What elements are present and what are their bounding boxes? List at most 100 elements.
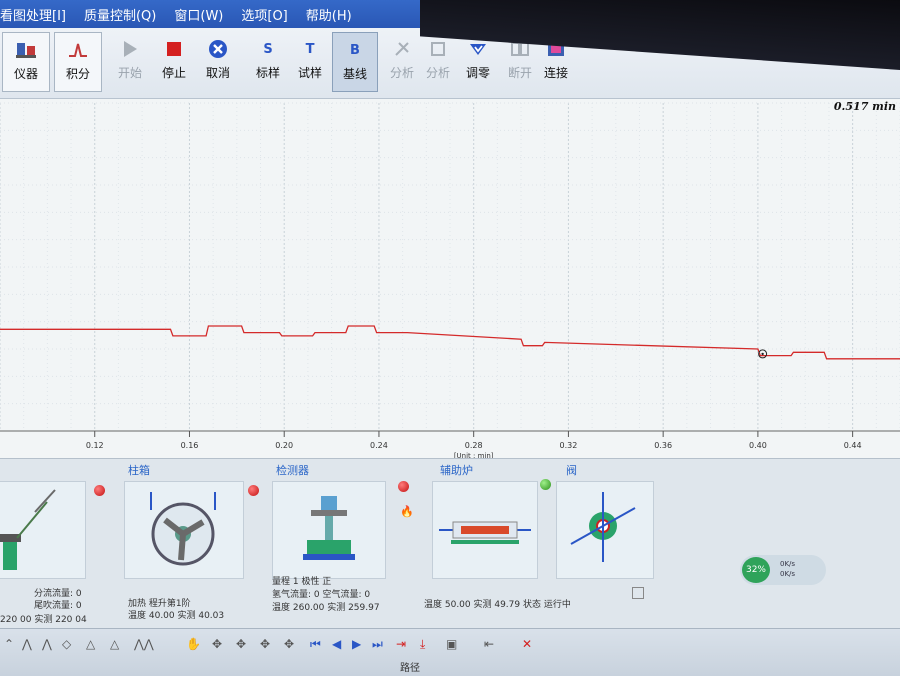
start-label: 开始 bbox=[117, 66, 142, 80]
standard-sample-label: 标样 bbox=[255, 66, 280, 80]
detector-status-led bbox=[398, 481, 409, 492]
stop-label: 停止 bbox=[161, 66, 186, 80]
standard-sample-icon: S bbox=[263, 41, 273, 57]
export-icon[interactable]: ⇤ bbox=[484, 637, 494, 651]
bottom-toolbar: ⌃ ⋀ ⋀ ◇ △ △ ⋀⋀ ✋ ✥ ✥ ✥ ✥ ⏮ ◀ ▶ ⏭ ⇥ ⤓ ▣ ⇤… bbox=[0, 628, 900, 676]
app-window: 看图处理[I] 质量控制(Q) 窗口(W) 选项[O] 帮助(H) 仪器 积分 … bbox=[0, 0, 900, 676]
test-sample-button[interactable]: T 试样 bbox=[288, 32, 332, 90]
x-tick-label: 0.20 bbox=[275, 441, 293, 450]
standard-sample-button[interactable]: S 标样 bbox=[246, 32, 290, 90]
x-tick-label: 0.16 bbox=[181, 441, 199, 450]
baseline-label: 基线 bbox=[342, 67, 367, 81]
prev-page-icon[interactable]: ◀ bbox=[332, 637, 341, 651]
zoom-tool-2-icon[interactable]: ✥ bbox=[236, 637, 246, 651]
analyze-icon bbox=[391, 38, 413, 60]
cpu-percent: 32% bbox=[742, 557, 770, 583]
zoom-tool-1-icon[interactable]: ✥ bbox=[212, 637, 222, 651]
instrument-label: 仪器 bbox=[13, 67, 38, 81]
baseline-trace-series-0 bbox=[0, 325, 900, 360]
peak-tool-1-icon[interactable]: ⌃ bbox=[4, 637, 14, 651]
analyze2-button[interactable]: 分析 bbox=[416, 32, 460, 90]
baseline-button[interactable]: B 基线 bbox=[332, 32, 378, 92]
makeup-flow: 尾吹流量: 0 bbox=[34, 601, 82, 611]
aux-oven-status-led bbox=[540, 479, 551, 490]
baseline-icon: B bbox=[350, 42, 360, 58]
detector-range-polarity: 量程 1 极性 正 bbox=[272, 577, 332, 587]
peak-tool-6-icon[interactable]: △ bbox=[110, 637, 119, 651]
status-panels: 分流流量: 0 尾吹流量: 0 220 00 实测 220 04 柱箱 加热 程… bbox=[0, 458, 900, 629]
menu-help[interactable]: 帮助(H) bbox=[306, 5, 352, 24]
injector-image bbox=[0, 481, 86, 579]
instrument-icon bbox=[15, 39, 37, 61]
peak-tool-3-icon[interactable]: ⋀ bbox=[42, 637, 52, 651]
zero-icon bbox=[467, 38, 489, 60]
detector-temp: 温度 260.00 实测 259.97 bbox=[272, 603, 380, 613]
x-tick-label: 0.40 bbox=[749, 441, 767, 450]
x-tick-label: 0.32 bbox=[560, 441, 578, 450]
injector-temp: 220 00 实测 220 04 bbox=[0, 615, 87, 625]
marker-1-icon[interactable]: ⇥ bbox=[396, 637, 406, 651]
stop-button[interactable]: 停止 bbox=[152, 32, 196, 90]
chromatogram-svg: 0.12 0.16 0.20 0.24 0.28 0.32 0.36 0.40 0.44[Uni… bbox=[0, 102, 900, 459]
integrate-icon bbox=[67, 39, 89, 61]
menu-image-processing[interactable]: 看图处理[I] bbox=[0, 5, 66, 24]
aux-oven-image bbox=[432, 481, 538, 579]
marker-2-icon[interactable]: ⤓ bbox=[420, 637, 425, 652]
peak-tool-4-icon[interactable]: ◇ bbox=[62, 637, 71, 651]
disconnect-label: 断开 bbox=[507, 66, 532, 80]
hand-pan-icon[interactable]: ✋ bbox=[186, 637, 201, 651]
integrate-button[interactable]: 积分 bbox=[54, 32, 102, 92]
net-down: 0K/s bbox=[780, 570, 796, 578]
last-page-icon[interactable]: ⏭ bbox=[372, 637, 383, 652]
peak-tool-7-icon[interactable]: ⋀⋀ bbox=[134, 637, 154, 651]
aux-oven-temp-status: 温度 50.00 实测 49.79 状态 运行中 bbox=[424, 600, 571, 610]
print-icon[interactable]: ▣ bbox=[446, 637, 457, 651]
detector-title: 检测器 bbox=[276, 464, 309, 477]
zoom-tool-4-icon[interactable]: ✥ bbox=[284, 637, 294, 651]
column-oven-image bbox=[124, 481, 244, 579]
analyze-label: 分析 bbox=[389, 66, 414, 80]
analyze2-icon bbox=[427, 38, 449, 60]
flame-icon: 🔥 bbox=[400, 505, 414, 518]
menu-options[interactable]: 选项[O] bbox=[241, 5, 287, 24]
cancel-icon bbox=[207, 38, 229, 60]
play-icon bbox=[119, 38, 141, 60]
menu-quality-control[interactable]: 质量控制(Q) bbox=[84, 5, 156, 24]
detector-image bbox=[272, 481, 386, 579]
test-sample-label: 试样 bbox=[297, 66, 322, 80]
injector-status-led bbox=[94, 485, 105, 496]
peak-tool-2-icon[interactable]: ⋀ bbox=[22, 637, 32, 651]
cursor-marker-dot bbox=[761, 352, 764, 356]
status-path-label: 路径 bbox=[400, 663, 420, 674]
aux-oven-title: 辅助炉 bbox=[440, 464, 473, 477]
first-page-icon[interactable]: ⏮ bbox=[310, 637, 321, 652]
time-readout: 0.517 min bbox=[833, 100, 896, 113]
x-tick-label: 0.12 bbox=[86, 441, 104, 450]
menu-window[interactable]: 窗口(W) bbox=[174, 5, 223, 24]
x-tick-label: 0.44 bbox=[844, 441, 862, 450]
x-tick-label: 0.24 bbox=[370, 441, 388, 450]
analyze2-label: 分析 bbox=[425, 66, 450, 80]
valve-checkbox[interactable] bbox=[632, 587, 644, 599]
close-icon[interactable]: ✕ bbox=[522, 637, 532, 651]
column-oven-status-led bbox=[248, 485, 259, 496]
x-tick-label: 0.28 bbox=[465, 441, 483, 450]
detector-gas-flow: 氢气流量: 0 空气流量: 0 bbox=[272, 590, 371, 600]
column-oven-temp: 温度 40.00 实测 40.03 bbox=[128, 611, 225, 621]
connect-label: 连接 bbox=[543, 66, 568, 80]
network-badge: 32% 0K/s 0K/s bbox=[740, 555, 826, 585]
cancel-button[interactable]: 取消 bbox=[196, 32, 240, 90]
instrument-button[interactable]: 仪器 bbox=[2, 32, 50, 92]
net-up: 0K/s bbox=[780, 560, 796, 568]
start-button[interactable]: 开始 bbox=[108, 32, 152, 90]
column-oven-title: 柱箱 bbox=[128, 464, 150, 477]
cancel-label: 取消 bbox=[205, 66, 230, 80]
chromatogram-chart[interactable]: 0.12 0.16 0.20 0.24 0.28 0.32 0.36 0.40 0.44 [Uni… bbox=[0, 99, 900, 459]
next-page-icon[interactable]: ▶ bbox=[352, 637, 361, 651]
peak-tool-5-icon[interactable]: △ bbox=[86, 637, 95, 651]
zoom-tool-3-icon[interactable]: ✥ bbox=[260, 637, 270, 651]
integrate-label: 积分 bbox=[65, 67, 90, 81]
valve-image bbox=[556, 481, 654, 579]
net-speed: 0K/s 0K/s bbox=[780, 559, 795, 579]
test-sample-icon: T bbox=[305, 41, 315, 57]
